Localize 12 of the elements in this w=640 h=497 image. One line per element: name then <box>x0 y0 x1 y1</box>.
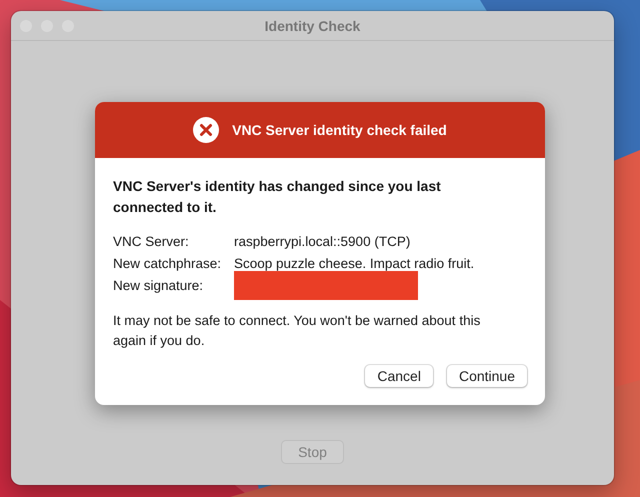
dialog-button[interactable]: Cancel <box>365 365 433 387</box>
detail-label: VNC Server: <box>113 233 190 251</box>
dialog-heading: VNC Server's identity has changed since you last connected to it. <box>113 177 442 217</box>
dialog-title: VNC Server identity check failed <box>232 122 447 138</box>
dialog-button[interactable]: Continue <box>446 365 527 387</box>
warning-message: It may not be safe to connect. You won't be warned about this again if you do. <box>113 312 482 350</box>
error-icon <box>193 117 220 143</box>
detail-value: raspberrypi.local::5900 (TCP) <box>234 233 412 251</box>
detail-label: New signature: <box>113 277 204 295</box>
window-title: Identity Check <box>264 18 360 34</box>
detail-value: Scoop puzzle cheese. Impact radio fruit. <box>234 255 476 273</box>
detail-label: New catchphrase: <box>113 255 222 273</box>
